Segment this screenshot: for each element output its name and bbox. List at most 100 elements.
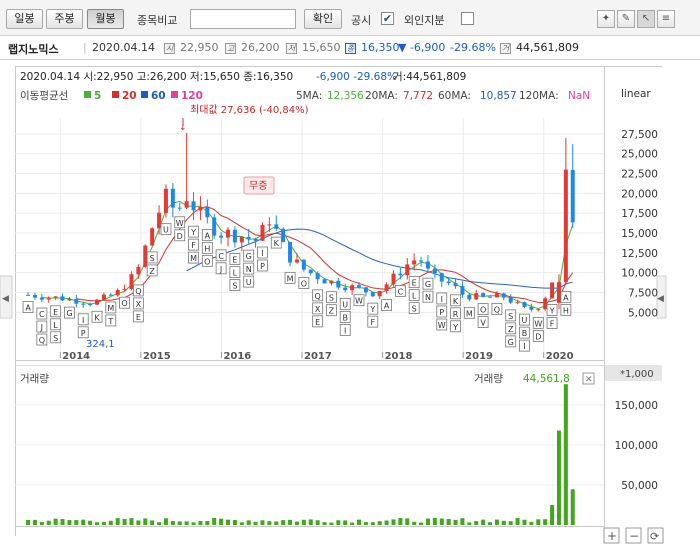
year-tick: 2020	[546, 351, 574, 362]
event-marker-letter: Z	[329, 307, 335, 316]
scale-label[interactable]: linear	[621, 88, 651, 100]
ma-legend[interactable]: 5 20 60 120	[84, 90, 203, 102]
volume-bar	[550, 505, 555, 525]
event-marker-letter: E	[53, 308, 58, 317]
cursor-icon[interactable]: ↖	[637, 10, 655, 28]
volume-bar	[26, 519, 31, 525]
price-tick: 5,000	[628, 307, 658, 319]
summary-text: 2020.04.14 시:22,950 고:26,200 저:15,650 종:…	[20, 71, 293, 83]
ma-value-label-0: 5MA:	[296, 90, 322, 102]
price-tick: 22,500	[621, 169, 658, 181]
event-marker-letter: D	[177, 232, 183, 241]
event-marker-letter: W	[534, 319, 542, 328]
high-badge: 고	[225, 43, 236, 54]
candle-body	[343, 287, 348, 291]
event-marker-letter: S	[508, 312, 513, 321]
price-tick: 12,500	[621, 248, 658, 260]
summary-volume: 거:44,561,809	[393, 71, 466, 83]
year-tick: 2017	[304, 351, 332, 362]
ma-legend-label-60: 60	[151, 90, 166, 102]
event-marker-letter: A	[205, 231, 211, 240]
volume-bar	[32, 519, 37, 525]
pin-icon[interactable]: ✦	[597, 10, 615, 28]
ma-value-label-3: 120MA:	[519, 90, 559, 102]
price-tick: 20,000	[621, 188, 658, 200]
volume-bar	[515, 518, 520, 525]
volume-bar	[281, 520, 286, 525]
candle-body	[488, 296, 493, 298]
event-marker-letter: X	[136, 300, 142, 309]
year-tick: 2018	[385, 351, 413, 362]
event-marker-letter: W	[355, 297, 363, 306]
ma-legend-swatch-5[interactable]	[84, 91, 91, 98]
compare-input[interactable]	[190, 9, 296, 29]
event-marker-letter: L	[412, 292, 417, 301]
change-value: ▼ -6,900	[398, 41, 446, 54]
ma-values: 5MA: 12,356 20MA: 7,772 60MA: 10,857 120MA: NaN	[296, 90, 590, 102]
candle-body	[170, 188, 175, 208]
event-marker-letter: A	[563, 293, 569, 302]
daily-tab[interactable]: 일봉	[6, 9, 43, 29]
volume-bar	[439, 518, 444, 525]
candle-body	[184, 201, 189, 208]
candle-body	[101, 294, 106, 300]
weekly-tab[interactable]: 주봉	[46, 9, 83, 29]
event-marker-letter: M	[287, 274, 294, 283]
candle-body	[150, 228, 155, 246]
candle-body	[88, 304, 93, 306]
candle-body	[398, 273, 403, 276]
ma-legend-swatch-60[interactable]	[141, 91, 148, 98]
volume-bar	[363, 522, 368, 525]
event-marker-letter: G	[425, 280, 431, 289]
ma-legend-label-5: 5	[94, 90, 101, 102]
settings-icon[interactable]: ≡	[657, 10, 675, 28]
chart-area[interactable]: ◀ ◀ 2020.04.14 시:22,950 고:26,200 저:15,65…	[0, 60, 700, 545]
candle-body	[556, 282, 561, 303]
event-marker-letter: P	[439, 308, 444, 317]
event-marker-letter: O	[480, 306, 486, 315]
summary-change: -6,900 -29.68%	[316, 71, 397, 83]
candle-body	[226, 229, 231, 238]
pen-icon[interactable]: ✎	[617, 10, 635, 28]
event-marker-letter: G	[246, 252, 252, 261]
ma-legend-swatch-120[interactable]	[171, 91, 178, 98]
event-marker-letter: Y	[452, 323, 458, 332]
volume-bar	[46, 520, 51, 525]
candle-body	[239, 236, 244, 243]
price-tick: 10,000	[621, 268, 658, 280]
disclosure-label: 공시	[351, 14, 372, 27]
volume-bar	[543, 519, 548, 525]
volume-grid	[15, 404, 604, 486]
confirm-button[interactable]: 확인	[304, 9, 342, 29]
volume-bar	[95, 522, 100, 525]
candle-body	[419, 260, 424, 262]
volume-bar	[67, 520, 72, 525]
ma-legend-swatch-20[interactable]	[112, 91, 119, 98]
volume-bar	[384, 520, 389, 525]
event-marker-letter: H	[563, 306, 569, 315]
foreign-checkbox[interactable]	[461, 12, 474, 25]
stock-chart[interactable]: ◀ ◀ 2020.04.14 시:22,950 고:26,200 저:15,65…	[0, 60, 700, 545]
event-marker-letter: W	[176, 219, 184, 228]
toolbar: 일봉 주봉 월봉 종목비교 확인 공시 ✔ 외인지분 ✦ ✎ ↖ ≡	[0, 0, 700, 36]
event-marker-letter: C	[398, 287, 404, 296]
candle-body	[60, 296, 65, 301]
volume-tick: 50,000	[621, 480, 658, 492]
event-marker-letter: S	[232, 282, 237, 291]
candle-body	[550, 282, 555, 299]
event-marker-letter: I	[82, 316, 84, 325]
monthly-tab[interactable]: 월봉	[87, 9, 124, 29]
volume-bar	[150, 520, 155, 525]
volume-bar	[88, 520, 93, 525]
disclosure-checkbox[interactable]: ✔	[381, 12, 394, 25]
volume-bar	[556, 430, 561, 525]
event-marker-letter: A	[25, 303, 31, 312]
event-marker-letter: H	[204, 244, 210, 253]
volume-bar	[370, 522, 375, 525]
svg-text:◀: ◀	[657, 294, 664, 304]
event-marker-letter: S	[150, 254, 155, 263]
volume-tick: 150,000	[615, 400, 658, 412]
candle-body	[39, 297, 44, 300]
volume-bar	[350, 522, 355, 525]
volume-bar	[163, 518, 168, 525]
